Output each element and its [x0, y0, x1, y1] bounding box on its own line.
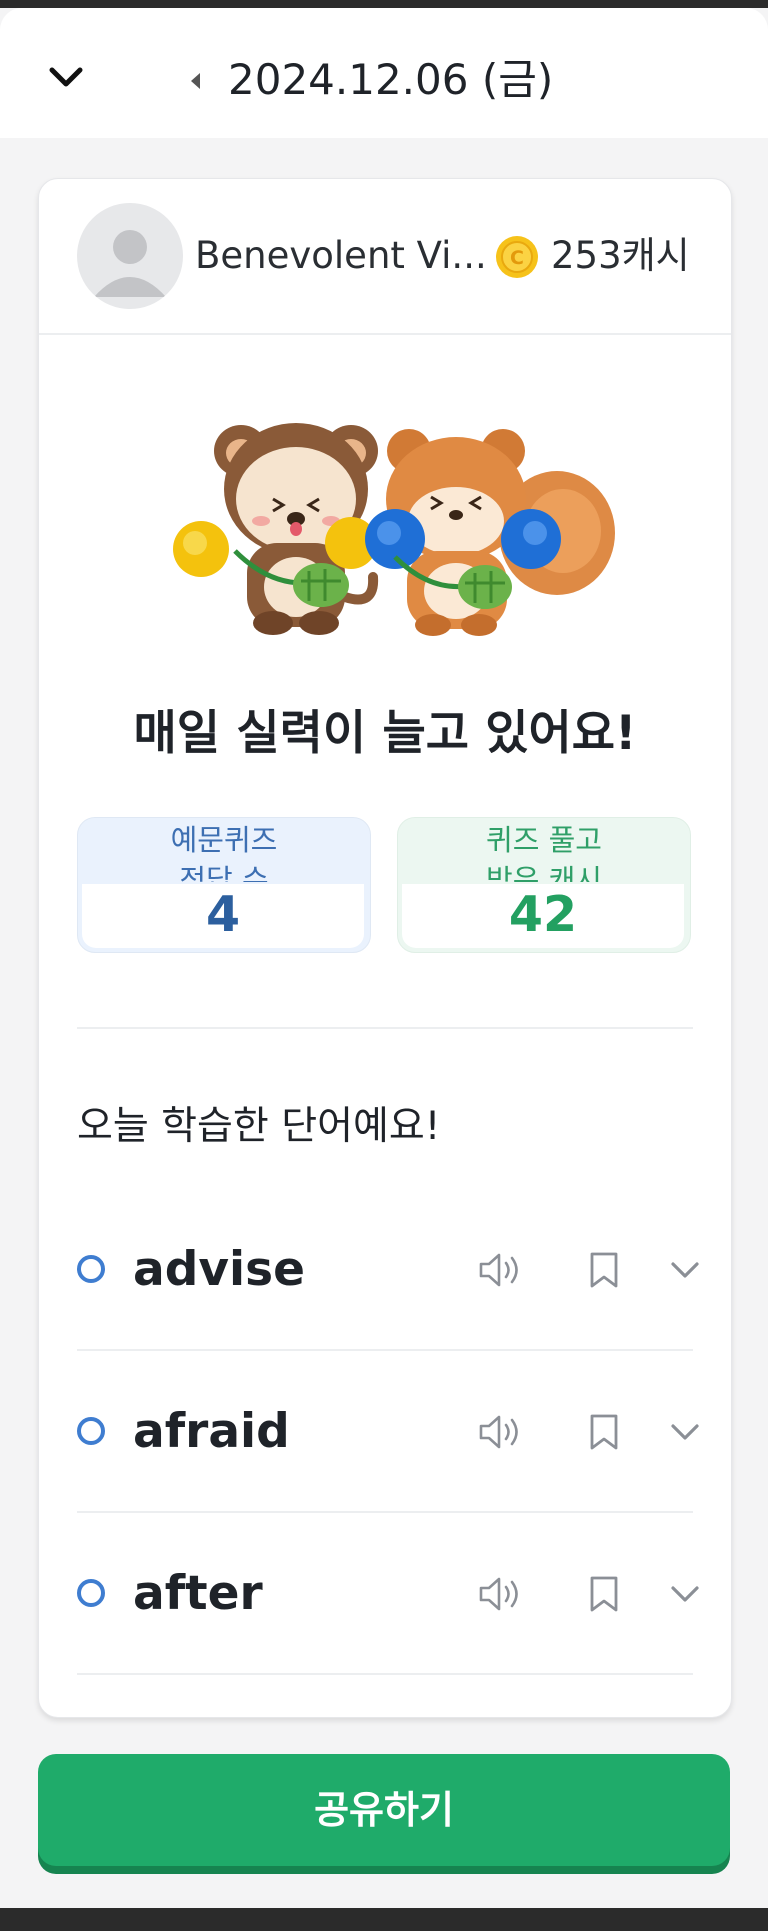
word-row-after[interactable]: after [77, 1513, 699, 1675]
monkey-mascot [173, 423, 379, 635]
stat-value: 42 [508, 886, 578, 943]
squirrel-mascot [365, 429, 615, 636]
speaker-icon[interactable] [477, 1575, 521, 1613]
word-text: advise [133, 1242, 305, 1297]
stat-label: 예문퀴즈 정답 수 [170, 823, 278, 882]
quiz-cash-earned-card: 퀴즈 풀고 받은 캐시 42 [397, 817, 691, 953]
bookmark-icon[interactable] [589, 1251, 619, 1289]
chevron-down-icon[interactable] [46, 58, 86, 98]
svg-text:C: C [510, 247, 524, 269]
bottom-edge [0, 1908, 768, 1931]
chevron-down-icon[interactable] [669, 1255, 701, 1285]
cash-balance: 253캐시 [551, 234, 690, 277]
coin-icon: C [496, 236, 538, 278]
bookmark-icon[interactable] [589, 1575, 619, 1613]
word-text: after [133, 1566, 263, 1621]
mascot-illustration [173, 423, 615, 636]
word-row-advise[interactable]: advise [77, 1189, 699, 1351]
word-row-afraid[interactable]: afraid [77, 1351, 699, 1513]
profile-row: Benevolent Vi... C 253캐시 [39, 179, 731, 335]
date-title: 2024.12.06 (금) [228, 55, 554, 104]
learned-status-icon [77, 1255, 105, 1283]
section-divider [77, 1027, 693, 1029]
result-headline: 매일 실력이 늘고 있어요! [133, 706, 637, 761]
speaker-icon[interactable] [477, 1413, 521, 1451]
words-section-title: 오늘 학습한 단어예요! [77, 1104, 441, 1149]
quiz-correct-count-card: 예문퀴즈 정답 수 4 [77, 817, 371, 953]
speaker-icon[interactable] [477, 1251, 521, 1289]
learned-status-icon [77, 1417, 105, 1445]
status-edge [0, 0, 768, 8]
stat-label: 퀴즈 풀고 받은 캐시 [486, 823, 602, 882]
learned-status-icon [77, 1579, 105, 1607]
row-divider [77, 1673, 693, 1675]
chevron-down-icon[interactable] [669, 1417, 701, 1447]
bookmark-icon[interactable] [589, 1413, 619, 1451]
username: Benevolent Vi... [195, 234, 487, 277]
user-icon [94, 230, 166, 297]
stat-value-box: 42 [402, 884, 684, 948]
chevron-down-icon[interactable] [669, 1579, 701, 1609]
caret-left-icon[interactable] [188, 70, 204, 92]
result-card: Benevolent Vi... C 253캐시 매일 실력이 늘고 있어요! … [38, 178, 732, 1718]
stat-value-box: 4 [82, 884, 364, 948]
stat-value: 4 [205, 886, 241, 943]
share-button[interactable]: 공유하기 [38, 1754, 730, 1866]
word-text: afraid [133, 1404, 290, 1459]
header: 2024.12.06 (금) [0, 8, 768, 138]
avatar [77, 203, 183, 309]
